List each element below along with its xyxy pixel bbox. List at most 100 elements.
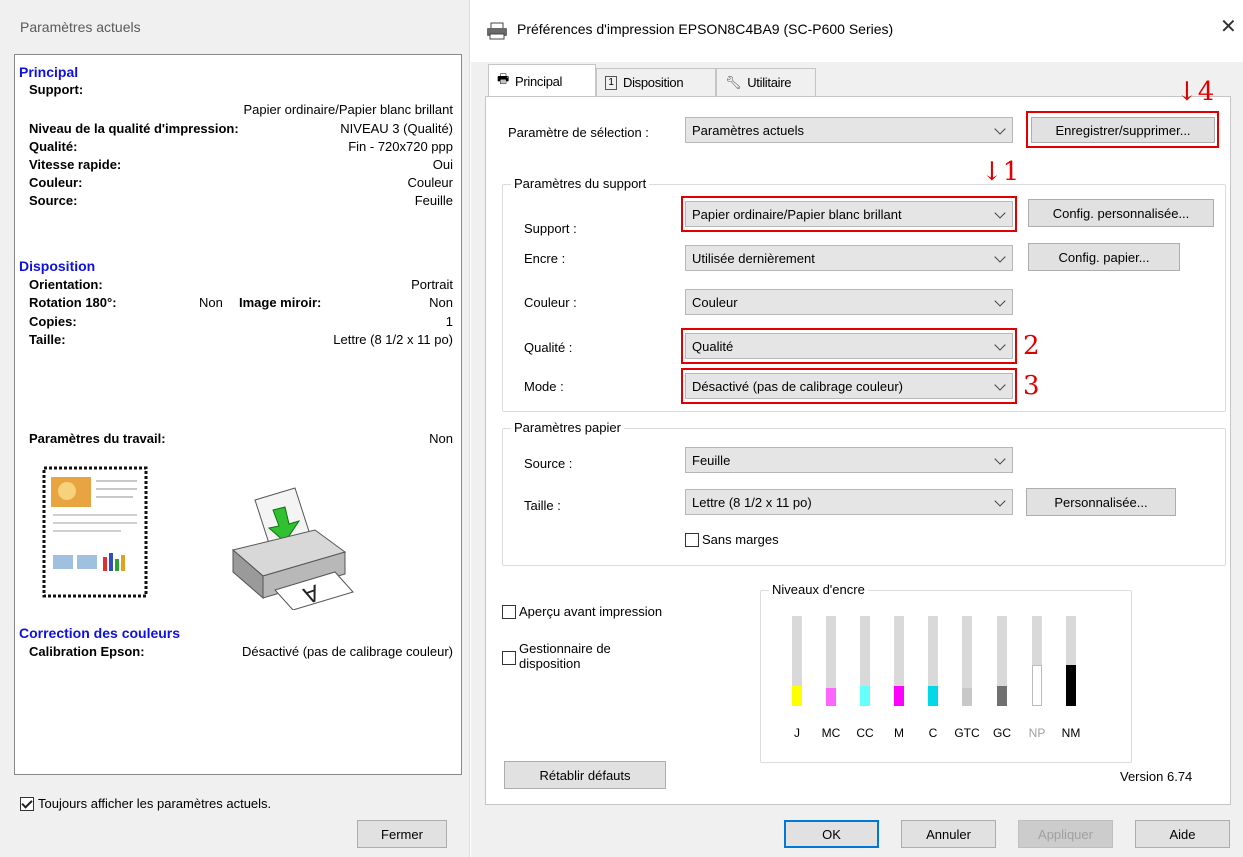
preview-option[interactable]: Aperçu avant impression [502,604,662,619]
ink-fill [860,686,870,706]
ink-fill [997,686,1007,706]
custom-size-button[interactable]: Personnalisée... [1026,488,1176,516]
size-label: Taille : [524,498,561,513]
ink-label: Encre : [524,251,566,266]
borderless-option[interactable]: Sans marges [685,532,779,547]
source-label: Source : [524,456,573,471]
restore-defaults-button[interactable]: Rétablir défauts [504,761,666,789]
cancel-button[interactable]: Annuler [901,820,996,848]
tab-content-principal: Paramètre de sélection : Paramètres actu… [485,79,1231,805]
chevron-down-icon [994,295,1006,307]
tab-utilitaire[interactable]: 🔧︎ Utilitaire [716,68,816,96]
ink-bar-cc [860,616,870,706]
ok-button[interactable]: OK [784,820,879,848]
current-settings-window: Paramètres actuels Principal Support: Pa… [0,0,470,857]
ink-bar-nm [1066,616,1076,706]
layout-tab-icon: 1 [605,75,617,90]
tab-principal[interactable]: 🖶 Principal [488,64,596,97]
ink-label: NM [1061,726,1081,740]
ink-label: J [794,726,800,740]
job-value: Non [429,431,453,446]
annotation-2: 2 [1023,331,1040,361]
custom-config-button[interactable]: Config. personnalisée... [1028,199,1214,227]
quality-level-value: NIVEAU 3 (Qualité) [340,121,453,136]
calibration-label: Calibration Epson: [29,644,145,659]
job-label: Paramètres du travail: [29,431,166,446]
ink-dropdown[interactable]: Utilisée dernièrement [685,245,1013,271]
printer-title-icon [487,22,507,40]
color-dropdown[interactable]: Couleur [685,289,1013,315]
annotation-3: 3 [1023,371,1040,401]
ink-bar-np [1032,616,1042,706]
borderless-checkbox[interactable] [685,532,699,547]
mirror-value: Non [429,295,453,310]
copies-label: Copies: [29,314,77,329]
support-value: Papier ordinaire/Papier blanc brillant [243,102,453,117]
size-dropdown[interactable]: Lettre (8 1/2 x 11 po) [685,489,1013,515]
support-label: Support : [524,221,577,236]
support-label: Support: [29,82,84,97]
printer-icon: A [231,487,354,610]
color-label: Couleur: [29,175,83,190]
size-label: Taille: [29,332,66,347]
source-label: Source: [29,193,78,208]
close-icon[interactable]: ✕ [1220,17,1237,37]
orientation-value: Portrait [411,277,453,292]
ink-label: GC [993,726,1011,740]
ink-bar-mc [826,616,836,706]
chevron-down-icon [994,453,1006,465]
chevron-down-icon [994,495,1006,507]
annotation-box-2 [681,328,1017,364]
quality-label: Qualité: [29,139,78,154]
ink-bar-gc [997,616,1007,706]
ink-label: NP [1028,726,1046,740]
apply-button[interactable]: Appliquer [1018,820,1113,848]
rotation-value: Non [199,295,223,310]
selection-label: Paramètre de sélection : [508,125,649,140]
annotation-box-4 [1026,111,1219,148]
always-show-checkbox[interactable] [20,796,34,811]
mirror-label: Image miroir: [239,295,322,310]
settings-summary-box: Principal Support: Papier ordinaire/Papi… [14,54,462,775]
quality-label: Qualité : [524,340,573,355]
orientation-label: Orientation: [29,277,103,292]
tab-disposition[interactable]: 1 Disposition [596,68,716,96]
ink-fill [1032,665,1042,706]
help-button[interactable]: Aide [1135,820,1230,848]
ink-label: M [894,726,904,740]
calibration-value: Désactivé (pas de calibrage couleur) [242,644,453,659]
color-value: Couleur [407,175,453,190]
window-title: Paramètres actuels [20,19,141,35]
ink-levels-chart: J MC CC M C GTC GC NP NM [760,590,1132,763]
color-label: Couleur : [524,295,577,310]
preview-checkbox[interactable] [502,604,516,619]
chevron-down-icon [994,123,1006,135]
ink-label: GTC [954,726,980,740]
chevron-down-icon [994,251,1006,263]
ink-fill [792,686,802,706]
rotation-label: Rotation 180°: [29,295,117,310]
ink-fill [826,688,836,706]
source-dropdown[interactable]: Feuille [685,447,1013,473]
annotation-box-3 [681,368,1017,404]
mode-label: Mode : [524,379,564,394]
ink-bar-m [894,616,904,706]
always-show-label: Toujours afficher les paramètres actuels… [38,796,272,811]
selection-dropdown[interactable]: Paramètres actuels [685,117,1013,143]
fast-label: Vitesse rapide: [29,157,122,172]
close-button[interactable]: Fermer [357,820,447,848]
size-value: Lettre (8 1/2 x 11 po) [333,332,453,347]
ink-label: CC [856,726,874,740]
fast-value: Oui [432,157,453,172]
ink-bar-c [928,616,938,706]
layout-manager-option[interactable]: Gestionnaire de disposition [502,641,652,671]
ink-bar-j [792,616,802,706]
paper-config-button[interactable]: Config. papier... [1028,243,1180,271]
always-show-option[interactable]: Toujours afficher les paramètres actuels… [20,796,271,811]
layout-manager-checkbox[interactable] [502,651,516,665]
printer-tab-icon: 🖶 [497,71,509,86]
ink-bar-gtc [962,616,972,706]
ink-label: MC [821,726,841,740]
ink-fill [962,688,972,706]
quality-level-label: Niveau de la qualité d'impression: [29,121,239,136]
